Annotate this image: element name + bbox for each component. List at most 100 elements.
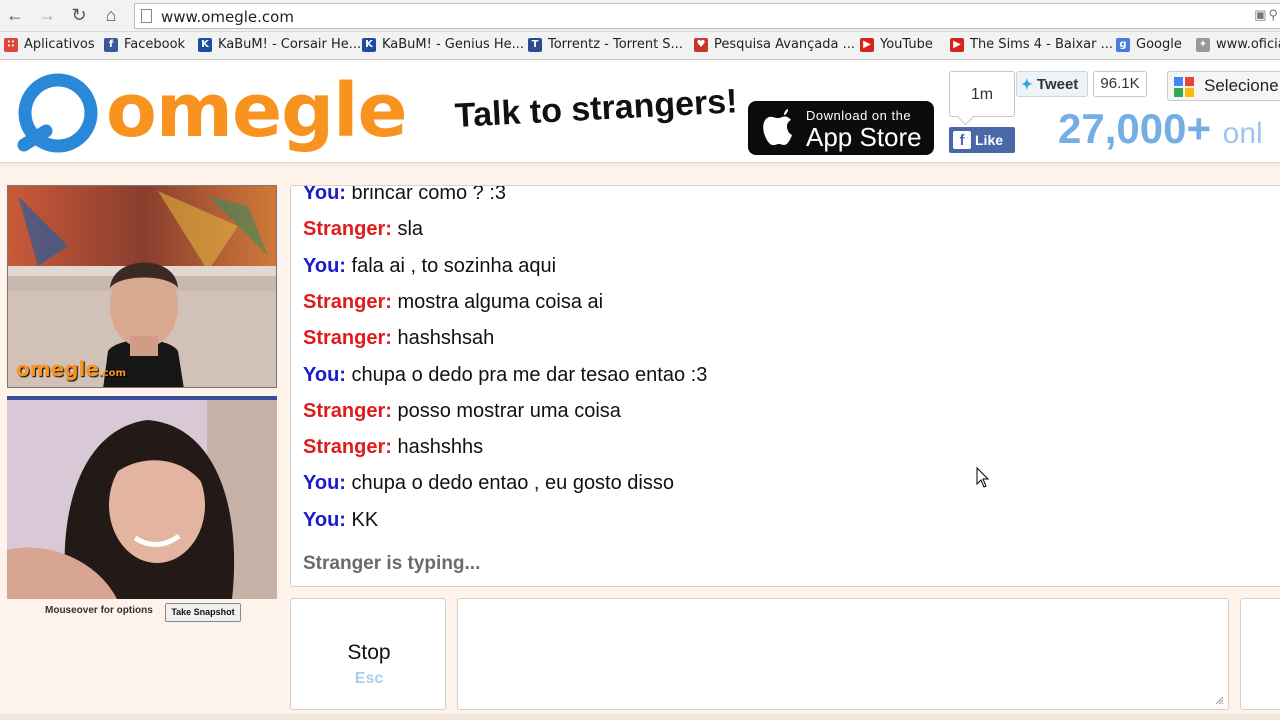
mouse-cursor-icon	[976, 467, 990, 488]
chat-message: Stranger: sla	[303, 218, 423, 241]
message-text: hashshsah	[397, 327, 495, 350]
chat-message: You: chupa o dedo entao , eu gosto disso	[303, 472, 674, 495]
bookmark-item[interactable]: ∷ Aplicativos	[4, 37, 95, 52]
bookmark-item[interactable]: K KaBuM! - Genius He...	[362, 37, 524, 52]
online-suffix: onl	[1222, 117, 1263, 150]
online-counter: 27,000+ onl	[1058, 105, 1263, 153]
bookmark-item[interactable]: g Google	[1116, 37, 1182, 52]
you-label: You:	[303, 363, 346, 386]
chat-message: Stranger: posso mostrar uma coisa	[303, 400, 621, 423]
chat-message: You: brincar como ? :3	[303, 185, 507, 205]
chat-message: Stranger: mostra alguma coisa ai	[303, 291, 603, 314]
like-label: Like	[975, 132, 1004, 148]
bookmark-label: Google	[1136, 37, 1182, 52]
twitter-bird-icon: ✦	[1021, 76, 1033, 92]
message-text: brincar como ? :3	[351, 185, 507, 204]
google-icon: g	[1116, 37, 1130, 52]
stranger-label: Stranger:	[303, 218, 392, 241]
torrentz-icon: T	[528, 37, 542, 52]
stop-label: Stop	[347, 641, 391, 664]
tweet-button[interactable]: ✦ Tweet	[1016, 71, 1088, 97]
stranger-label: Stranger:	[303, 327, 392, 350]
self-video-frame	[7, 400, 277, 599]
omegle-watermark: omegle.com	[16, 357, 126, 381]
tweet-label: Tweet	[1036, 76, 1079, 93]
zoom-icon[interactable]: ▣⚲	[1254, 7, 1280, 23]
stranger-label: Stranger:	[303, 399, 392, 422]
chat-message: You: KK	[303, 509, 378, 532]
chat-log[interactable]: You: brincar como ? :3 Stranger: sla You: …	[290, 185, 1280, 587]
self-video[interactable]	[7, 396, 277, 599]
back-arrow-icon[interactable]: ←	[4, 4, 26, 26]
message-text: fala ai , to sozinha aqui	[351, 254, 557, 277]
bookmark-label: KaBuM! - Genius He...	[382, 37, 525, 52]
message-text: sla	[397, 218, 424, 241]
url-text[interactable]: www.omegle.com	[161, 8, 294, 26]
kabum-icon: K	[198, 37, 212, 52]
bookmark-label: Pesquisa Avançada ...	[714, 37, 856, 52]
app-store-badge[interactable]: Download on the App Store	[748, 101, 934, 155]
tweet-count: 96.1K	[1093, 71, 1147, 97]
bookmark-item[interactable]: T Torrentz - Torrent S...	[528, 37, 683, 52]
forward-arrow-icon[interactable]: →	[36, 4, 58, 26]
youtube-icon: ▶	[950, 37, 964, 52]
chat-message: You: fala ai , to sozinha aqui	[303, 255, 556, 278]
bookmarks-bar: ∷ Aplicativos f Facebook K KaBuM! - Corsair H…	[0, 32, 1280, 60]
apps-grid-icon: ∷	[4, 37, 18, 52]
google-translate-icon	[1174, 77, 1194, 97]
message-text: KK	[351, 508, 379, 531]
bookmark-item[interactable]: K KaBuM! - Corsair He...	[198, 37, 361, 52]
watermark-suffix: .com	[98, 368, 126, 379]
link-icon: ✦	[1196, 37, 1210, 52]
bookmark-label: The Sims 4 - Baixar ...	[970, 37, 1113, 52]
bookmark-item[interactable]: ♥ Pesquisa Avançada ...	[694, 37, 855, 52]
browser-toolbar: ← → ↻ ⌂ www.omegle.com ▣⚲	[0, 0, 1280, 32]
stranger-video[interactable]: omegle.com	[7, 185, 277, 388]
you-label: You:	[303, 472, 346, 495]
bookmark-item[interactable]: ✦ www.oficia	[1196, 37, 1280, 52]
facebook-like-button[interactable]: f Like	[949, 127, 1015, 153]
message-text: chupa o dedo entao , eu gosto disso	[351, 472, 674, 495]
bookmark-item[interactable]: ▶ The Sims 4 - Baixar ...	[950, 37, 1113, 52]
like-count-bubble: 1m	[949, 71, 1015, 117]
chat-message: You: chupa o dedo pra me dar tesao entao…	[303, 364, 707, 387]
bookmark-item[interactable]: ▶ YouTube	[860, 37, 933, 52]
message-text: posso mostrar uma coisa	[397, 399, 621, 422]
language-select[interactable]: Selecione	[1167, 71, 1280, 101]
omegle-logo-icon[interactable]	[16, 73, 100, 153]
pesquisa-icon: ♥	[694, 37, 708, 52]
watermark-text: omegle	[16, 357, 99, 381]
address-bar[interactable]: www.omegle.com ▣⚲	[134, 3, 1280, 29]
chat-message: Stranger: hashshsah	[303, 327, 494, 350]
bookmark-label: YouTube	[880, 37, 933, 52]
bookmark-label: Facebook	[124, 37, 186, 52]
bookmark-item[interactable]: f Facebook	[104, 37, 185, 52]
message-input[interactable]	[457, 598, 1229, 710]
youtube-icon: ▶	[860, 37, 874, 52]
message-text: mostra alguma coisa ai	[397, 290, 604, 313]
kabum-icon: K	[362, 37, 376, 52]
logo-wordmark[interactable]: omegle	[106, 71, 408, 151]
bookmark-label: Torrentz - Torrent S...	[548, 37, 683, 52]
mouseover-hint: Mouseover for options	[45, 605, 153, 616]
message-text: hashshhs	[397, 436, 484, 459]
home-icon[interactable]: ⌂	[100, 4, 122, 26]
apple-icon	[763, 109, 792, 146]
facebook-icon: f	[104, 37, 118, 52]
take-snapshot-button[interactable]: Take Snapshot	[165, 603, 241, 622]
stranger-label: Stranger:	[303, 290, 392, 313]
select-label: Selecione	[1204, 76, 1279, 95]
bookmark-label: www.oficia	[1216, 37, 1280, 52]
appstore-small-text: Download on the	[806, 108, 912, 123]
reload-icon[interactable]: ↻	[68, 4, 90, 26]
bookmark-label: Aplicativos	[24, 37, 95, 52]
resize-grip-icon[interactable]	[1214, 695, 1224, 705]
message-text: chupa o dedo pra me dar tesao entao :3	[351, 363, 708, 386]
page-icon	[141, 9, 152, 23]
chat-message: Stranger: hashshhs	[303, 436, 483, 459]
send-button[interactable]	[1240, 598, 1280, 710]
stop-button[interactable]: Stop Esc	[290, 598, 446, 710]
bookmark-label: KaBuM! - Corsair He...	[218, 37, 362, 52]
tagline: Talk to strangers!	[453, 82, 739, 135]
bottom-border	[0, 714, 1280, 720]
